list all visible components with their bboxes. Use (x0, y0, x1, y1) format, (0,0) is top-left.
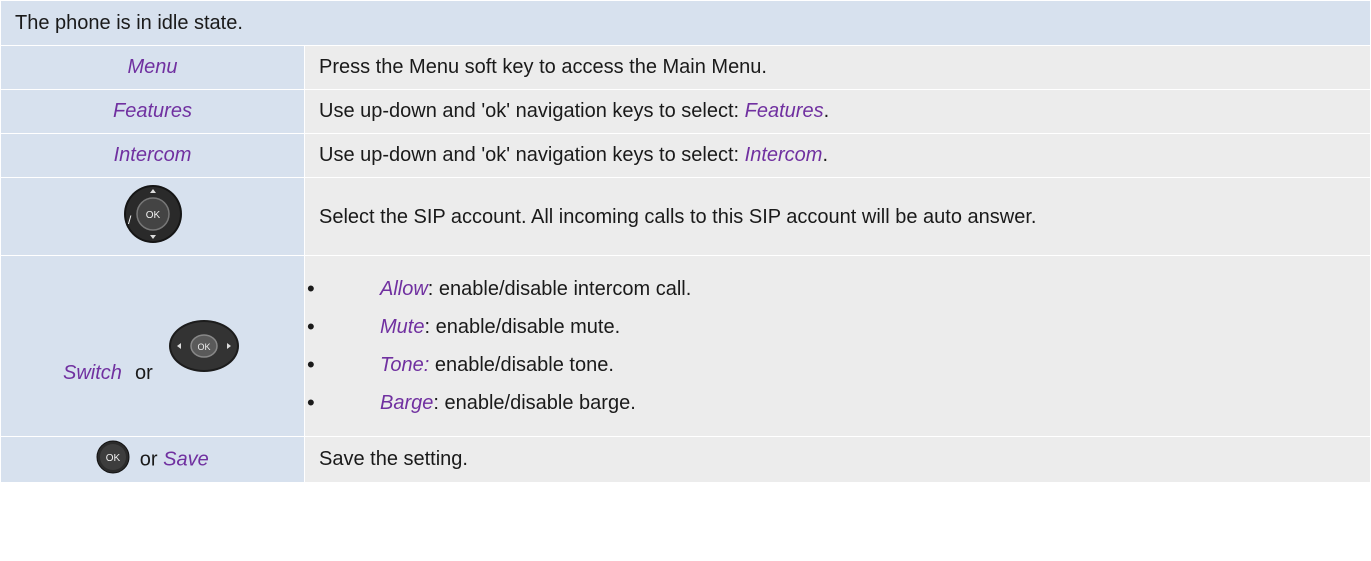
instruction-cell: Select the SIP account. All incoming cal… (304, 177, 1371, 256)
table-row: Features Use up-down and 'ok' navigation… (0, 89, 1371, 134)
instruction-cell: Save the setting. (304, 436, 1371, 483)
instruction-cell: Use up-down and 'ok' navigation keys to … (304, 89, 1371, 134)
intercom-link: Intercom (744, 144, 823, 166)
instruction-cell: Press the Menu soft key to access the Ma… (304, 45, 1371, 90)
table-header: The phone is in idle state. (0, 0, 1371, 46)
instruction-cell: Use up-down and 'ok' navigation keys to … (304, 133, 1371, 178)
list-item: • Mute: enable/disable mute. (307, 314, 621, 339)
features-label: Features (113, 100, 192, 122)
navigation-left-right-ok-icon: OK (167, 318, 241, 380)
intercom-label: Intercom (113, 144, 192, 166)
table-row: OK or Save Save the setting. (0, 436, 1371, 483)
ok-key-icon: OK (96, 440, 130, 480)
table-row: Intercom Use up-down and 'ok' navigation… (0, 133, 1371, 178)
option-list: • Allow: enable/disable intercom call. • M… (305, 270, 1370, 422)
navigation-up-down-ok-icon: OK / (122, 183, 184, 251)
list-item: • Allow: enable/disable intercom call. (307, 276, 692, 301)
switch-softkey-label: Switch (63, 362, 122, 384)
key-cell: Switch or OK (0, 255, 305, 437)
svg-text:OK: OK (106, 453, 121, 464)
table-row: OK / Select the SIP account. All incomin… (0, 177, 1371, 256)
or-label: or (135, 362, 153, 384)
list-item: • Barge: enable/disable barge. (307, 390, 636, 415)
svg-text:OK: OK (145, 210, 160, 221)
key-cell: Features (0, 89, 305, 134)
list-item: • Tone: enable/disable tone. (307, 352, 614, 377)
table-row: Switch or OK • Allow: enable/disable inte… (0, 255, 1371, 437)
table-row: Menu Press the Menu soft key to access t… (0, 45, 1371, 90)
or-label: or (139, 447, 158, 470)
svg-text:OK: OK (197, 342, 210, 352)
instruction-cell: • Allow: enable/disable intercom call. • M… (304, 255, 1371, 437)
save-softkey-label: Save (163, 447, 209, 470)
features-link: Features (744, 100, 824, 122)
key-cell: Intercom (0, 133, 305, 178)
menu-softkey-label: Menu (127, 56, 178, 78)
key-cell: Menu (0, 45, 305, 90)
key-cell: OK or Save (0, 436, 305, 483)
key-cell: OK / (0, 177, 305, 256)
procedure-table: The phone is in idle state. Menu Press t… (0, 0, 1371, 483)
